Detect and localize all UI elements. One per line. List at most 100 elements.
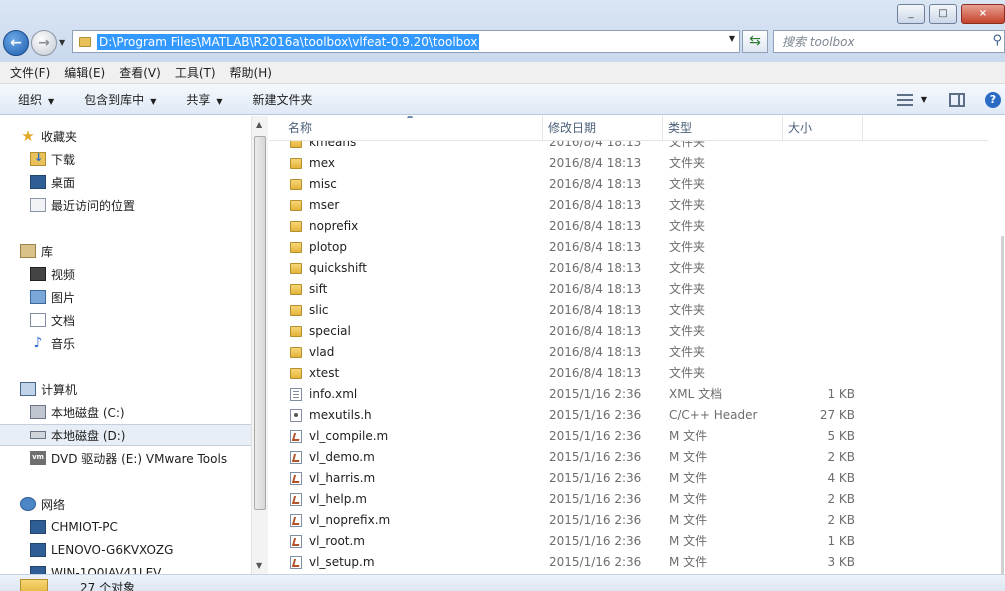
search-icon[interactable]: ⚲: [992, 33, 1002, 48]
column-header-size[interactable]: 大小: [783, 116, 863, 141]
search-input[interactable]: 搜索 toolbox: [782, 33, 855, 50]
nav-item[interactable]: 网络: [0, 493, 252, 515]
nav-item[interactable]: 视频: [0, 263, 252, 285]
column-header-name[interactable]: 名称: [283, 116, 543, 141]
refresh-button[interactable]: ⇆: [742, 30, 768, 53]
nav-item-label: 本地磁盘 (C:): [51, 405, 125, 420]
maximize-button[interactable]: □: [929, 4, 957, 24]
navigation-scrollbar[interactable]: ▲ ▼: [251, 116, 268, 574]
scroll-up-icon[interactable]: ▲: [256, 120, 262, 129]
xml-file-icon: [290, 388, 302, 401]
file-name: mex: [309, 156, 335, 170]
view-options-dropdown-icon[interactable]: ▼: [921, 95, 927, 104]
address-path[interactable]: D:\Program Files\MATLAB\R2016a\toolbox\v…: [97, 33, 480, 50]
table-row[interactable]: vl_demo.m 2015/1/16 2:36 M 文件 2 KB: [269, 447, 1005, 468]
star-icon: ★: [21, 127, 35, 145]
file-type: M 文件: [669, 513, 708, 527]
folder-icon: [290, 179, 302, 190]
menu-edit[interactable]: 编辑(E): [57, 64, 112, 81]
table-row[interactable]: slic 2016/8/4 18:13 文件夹: [269, 300, 1005, 321]
search-box[interactable]: 搜索 toolbox ⚲: [773, 30, 1005, 53]
table-row[interactable]: special 2016/8/4 18:13 文件夹: [269, 321, 1005, 342]
nav-item[interactable]: 本地磁盘 (D:): [0, 424, 252, 446]
refresh-icon: ⇆: [749, 33, 761, 49]
nav-item[interactable]: LENOVO-G6KVXOZG: [0, 539, 252, 561]
table-row[interactable]: sift 2016/8/4 18:13 文件夹: [269, 279, 1005, 300]
table-row[interactable]: mexutils.h 2015/1/16 2:36 C/C++ Header 27 K…: [269, 405, 1005, 426]
column-header-date[interactable]: 修改日期: [543, 116, 663, 141]
change-view-icon[interactable]: [896, 93, 913, 106]
file-name: vl_help.m: [309, 492, 367, 506]
address-dropdown-icon[interactable]: ▼: [729, 34, 735, 43]
file-date: 2015/1/16 2:36: [549, 387, 642, 401]
nav-item[interactable]: 图片: [0, 286, 252, 308]
close-button[interactable]: ×: [961, 4, 1005, 24]
file-name: mser: [309, 198, 340, 212]
help-icon[interactable]: ?: [985, 91, 1001, 108]
back-button[interactable]: ←: [3, 30, 29, 56]
preview-pane-icon[interactable]: [949, 92, 965, 107]
organize-button[interactable]: 组织 ▼: [18, 91, 54, 108]
nav-item[interactable]: 文档: [0, 309, 252, 331]
table-row[interactable]: vlad 2016/8/4 18:13 文件夹: [269, 342, 1005, 363]
forward-button[interactable]: →: [31, 30, 57, 56]
file-size: 27 KB: [819, 408, 855, 422]
matlab-file-icon: [290, 535, 302, 548]
column-header-type[interactable]: 类型: [663, 116, 783, 141]
folder-icon: [290, 158, 302, 169]
video-library-icon: [30, 267, 46, 281]
table-row[interactable]: mser 2016/8/4 18:13 文件夹: [269, 195, 1005, 216]
share-button[interactable]: 共享 ▼: [186, 91, 222, 108]
file-list-scrollbar[interactable]: [988, 116, 1005, 574]
matlab-file-icon: [290, 493, 302, 506]
file-list-scroll-track[interactable]: [1001, 236, 1004, 574]
forward-arrow-icon: →: [38, 35, 50, 51]
nav-item[interactable]: 桌面: [0, 171, 252, 193]
nav-item[interactable]: 计算机: [0, 378, 252, 400]
include-in-library-button[interactable]: 包含到库中 ▼: [84, 91, 156, 108]
menu-help[interactable]: 帮助(H): [223, 64, 279, 81]
command-bar: 组织 ▼ 包含到库中 ▼ 共享 ▼ 新建文件夹 ▼ ?: [0, 84, 1005, 115]
table-row[interactable]: vl_root.m 2015/1/16 2:36 M 文件 1 KB: [269, 531, 1005, 552]
navigation-pane: ★ 收藏夹下载桌面最近访问的位置库视频图片文档 ♪ 音乐计算机本地磁盘 (C:) 本地磁…: [0, 116, 268, 574]
file-name: quickshift: [309, 261, 368, 275]
nav-item[interactable]: ★ 收藏夹: [0, 125, 252, 147]
scroll-down-icon[interactable]: ▼: [256, 561, 262, 570]
recent-pages-dropdown-icon[interactable]: ▼: [59, 38, 65, 47]
music-library-icon: ♪: [33, 335, 43, 351]
menu-tools[interactable]: 工具(T): [168, 64, 223, 81]
nav-item[interactable]: WIN-1O0IAV41LEV: [0, 562, 252, 574]
table-row[interactable]: mex 2016/8/4 18:13 文件夹: [269, 153, 1005, 174]
nav-item[interactable]: ♪ 音乐: [0, 332, 252, 354]
file-name: mexutils.h: [309, 408, 372, 422]
menu-file[interactable]: 文件(F): [0, 64, 57, 81]
nav-item[interactable]: 库: [0, 240, 252, 262]
table-row[interactable]: misc 2016/8/4 18:13 文件夹: [269, 174, 1005, 195]
share-label: 共享: [186, 92, 211, 107]
table-row[interactable]: vl_harris.m 2015/1/16 2:36 M 文件 4 KB: [269, 468, 1005, 489]
nav-item[interactable]: CHMIOT-PC: [0, 516, 252, 538]
nav-item[interactable]: 本地磁盘 (C:): [0, 401, 252, 423]
navigation-scroll-thumb[interactable]: [254, 136, 266, 510]
include-in-library-label: 包含到库中: [84, 92, 145, 107]
nav-item[interactable]: vm DVD 驱动器 (E:) VMware Tools: [0, 447, 252, 469]
address-bar[interactable]: D:\Program Files\MATLAB\R2016a\toolbox\v…: [72, 30, 740, 53]
file-size: 5 KB: [827, 429, 855, 443]
minimize-button[interactable]: _: [897, 4, 925, 24]
table-row[interactable]: vl_noprefix.m 2015/1/16 2:36 M 文件 2 KB: [269, 510, 1005, 531]
table-row[interactable]: vl_compile.m 2015/1/16 2:36 M 文件 5 KB: [269, 426, 1005, 447]
chevron-down-icon: ▼: [216, 96, 223, 106]
folder-icon: [290, 242, 302, 253]
table-row[interactable]: vl_setup.m 2015/1/16 2:36 M 文件 3 KB: [269, 552, 1005, 573]
table-row[interactable]: vl_help.m 2015/1/16 2:36 M 文件 2 KB: [269, 489, 1005, 510]
table-row[interactable]: plotop 2016/8/4 18:13 文件夹: [269, 237, 1005, 258]
table-row[interactable]: xtest 2016/8/4 18:13 文件夹: [269, 363, 1005, 384]
table-row[interactable]: info.xml 2015/1/16 2:36 XML 文档 1 KB: [269, 384, 1005, 405]
table-row[interactable]: quickshift 2016/8/4 18:13 文件夹: [269, 258, 1005, 279]
new-folder-button[interactable]: 新建文件夹: [253, 91, 313, 108]
table-row[interactable]: noprefix 2016/8/4 18:13 文件夹: [269, 216, 1005, 237]
folder-icon: [290, 326, 302, 337]
nav-item[interactable]: 最近访问的位置: [0, 194, 252, 216]
menu-view[interactable]: 查看(V): [112, 64, 168, 81]
nav-item[interactable]: 下载: [0, 148, 252, 170]
